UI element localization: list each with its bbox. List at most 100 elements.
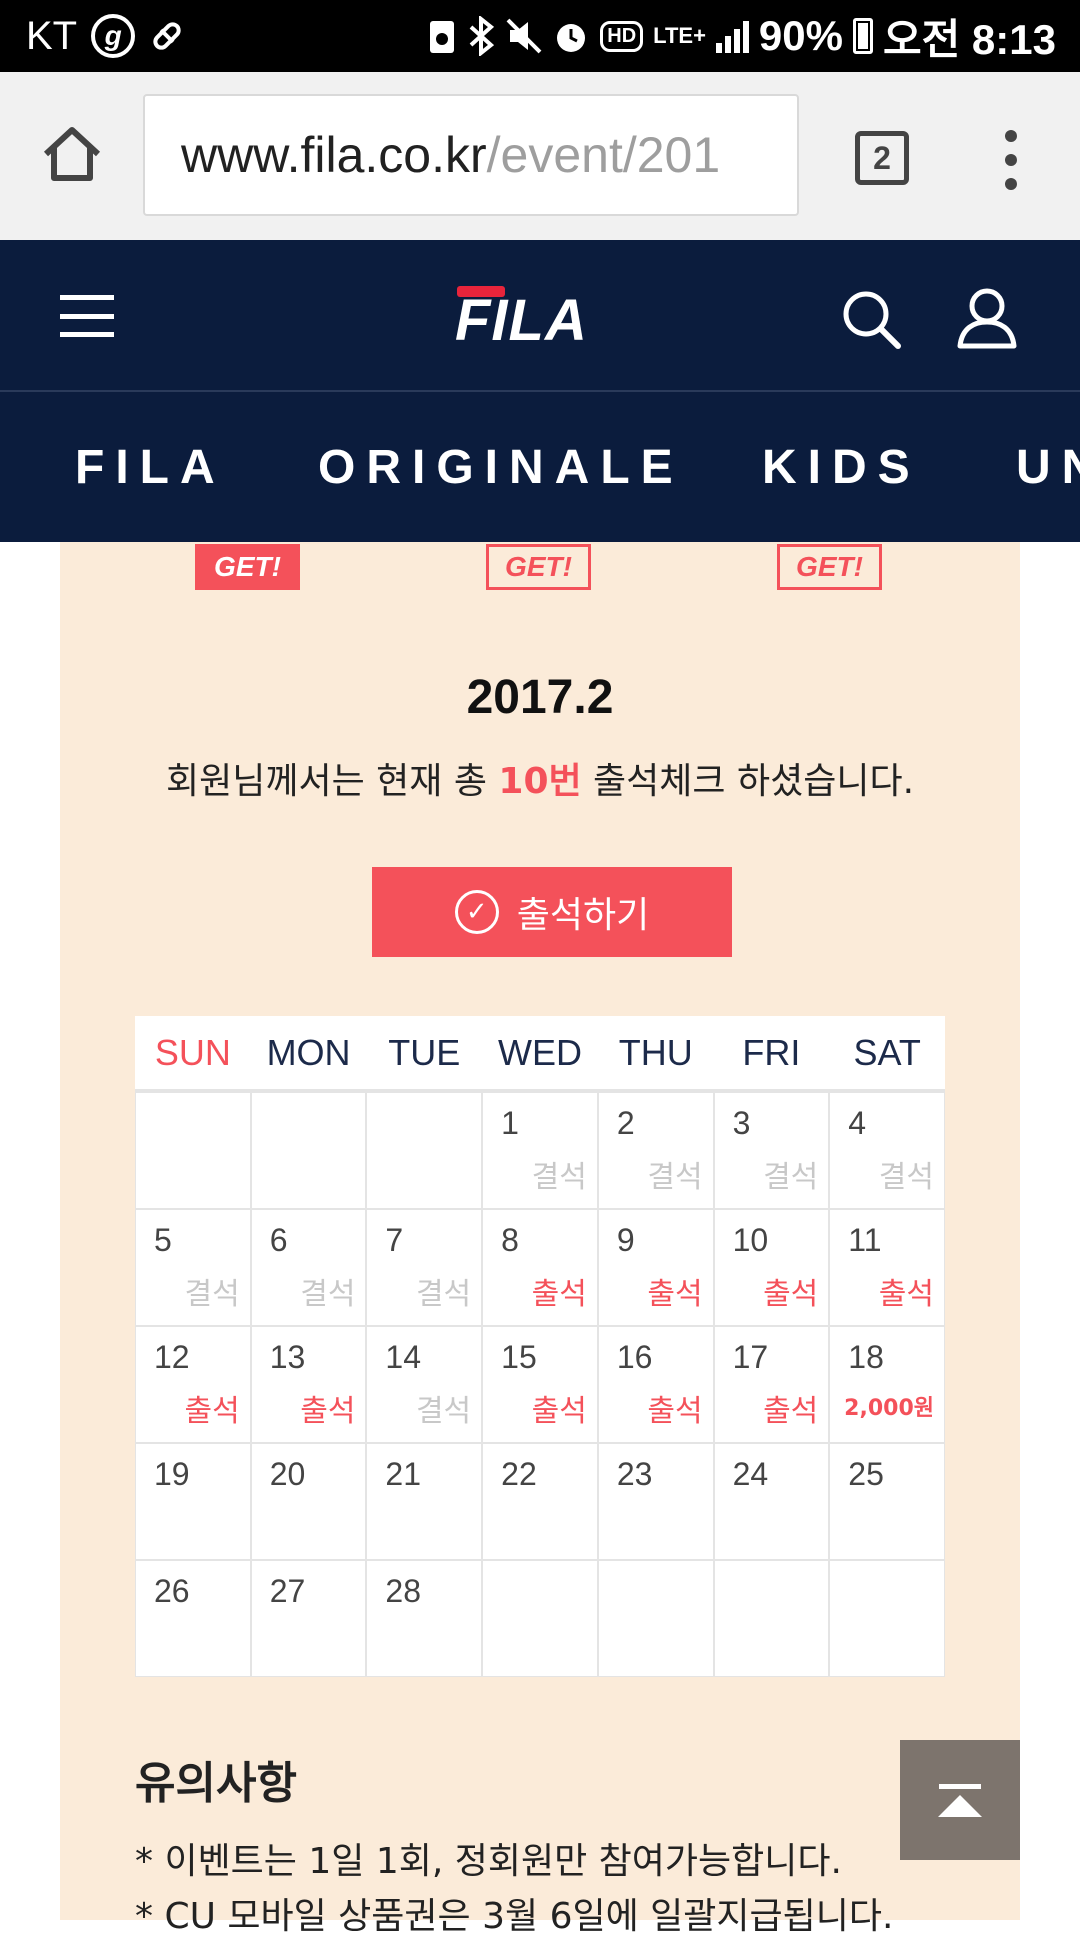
calendar-day-cell: [366, 1092, 483, 1209]
calendar-grid: 1 결석 2 결석 3 결석 4 결석 5 결석 6 결석 7 결석 8 출석 9 출석 10 출석 11 출석 12 출석 1…: [135, 1092, 945, 1677]
status-left: KT g: [26, 14, 185, 59]
lte-indicator: LTE+: [653, 23, 706, 48]
day-number: 15: [501, 1339, 537, 1375]
svg-text:FILA: FILA: [455, 288, 588, 344]
calendar-day-cell: 17 출석: [713, 1326, 830, 1443]
fila-logo[interactable]: FILA: [455, 284, 625, 353]
overflow-menu-button[interactable]: [1000, 130, 1022, 190]
attendance-status: 결석: [531, 1160, 587, 1195]
weekday-wed: WED: [497, 1031, 582, 1073]
calendar-day-cell: 28: [366, 1560, 483, 1677]
recycle-icon: [428, 17, 456, 55]
hamburger-menu-icon[interactable]: [60, 295, 114, 337]
attendance-status: 출석: [878, 1277, 934, 1312]
day-number: 19: [154, 1456, 190, 1492]
calendar-day-cell: [713, 1560, 830, 1677]
calendar-day-cell: 9 출석: [597, 1209, 714, 1326]
user-account-icon[interactable]: [954, 284, 1020, 350]
attendance-count: 10번: [498, 761, 582, 802]
bluetooth-icon: [466, 16, 496, 56]
weekday-sat: SAT: [853, 1031, 921, 1073]
tab-switcher-button[interactable]: 2: [855, 131, 909, 185]
day-number: 1: [501, 1105, 519, 1141]
scroll-to-top-button[interactable]: [900, 1740, 1020, 1860]
day-number: 17: [732, 1339, 769, 1375]
get-badge-2: GET!: [486, 544, 591, 590]
checkin-button[interactable]: ✓ 출석하기: [372, 867, 732, 957]
attendance-status: 결석: [763, 1160, 819, 1195]
calendar-day-cell: [829, 1560, 945, 1677]
calendar-day-cell: 24: [713, 1443, 830, 1560]
carrier-label: KT: [26, 13, 78, 58]
calendar-day-cell: [135, 1092, 251, 1209]
calendar-day-cell: 26: [135, 1560, 251, 1677]
day-number: 2: [616, 1105, 635, 1141]
day-number: 4: [848, 1105, 867, 1141]
day-number: 9: [616, 1222, 635, 1258]
notice-item-1: * 이벤트는 1일 1회, 정회원만 참여가능합니다.: [135, 1841, 842, 1882]
address-bar[interactable]: www.fila.co.kr/event/201: [143, 94, 799, 216]
battery-percent: 90%: [758, 12, 843, 59]
day-number: 5: [154, 1222, 172, 1258]
clock: 오전 8:13: [882, 15, 1056, 63]
pill-icon: [149, 18, 185, 54]
attendance-status: 출석: [300, 1394, 356, 1429]
battery-icon: [852, 18, 873, 54]
calendar-day-cell: 2 결석: [597, 1092, 714, 1209]
notice-item-2: * CU 모바일 상품권은 3월 6일에 일괄지급됩니다.: [135, 1896, 894, 1937]
attendance-status: 결석: [415, 1394, 472, 1429]
get-badge-1: GET!: [195, 544, 300, 590]
browser-toolbar: www.fila.co.kr/event/201 2: [0, 72, 1080, 240]
checkin-label: 출석하기: [516, 895, 650, 936]
calendar-day-cell: 8 출석: [482, 1209, 598, 1326]
calendar-day-cell: 22: [482, 1443, 598, 1560]
day-number: 24: [732, 1456, 769, 1492]
calendar-day-cell: 12 출석: [135, 1326, 251, 1443]
weekday-fri: FRI: [742, 1031, 801, 1073]
day-number: 8: [501, 1222, 519, 1258]
weekday-sun: SUN: [154, 1031, 231, 1073]
nav-item-kids[interactable]: KIDS: [762, 440, 921, 495]
calendar-day-cell: 7 결석: [366, 1209, 483, 1326]
nav-item-originale[interactable]: ORIGINALE: [318, 440, 684, 495]
nav-item-un[interactable]: UN: [1016, 440, 1080, 495]
attendance-status: 결석: [878, 1160, 934, 1195]
calendar-day-cell: [597, 1560, 714, 1677]
calendar-day-cell: 21: [366, 1443, 483, 1560]
calendar-day-cell: 19: [135, 1443, 251, 1560]
calendar-day-cell: 6 결석: [250, 1209, 367, 1326]
calendar-day-cell: [250, 1092, 367, 1209]
calendar-day-cell: 25: [829, 1443, 945, 1560]
weekday-mon: MON: [266, 1031, 351, 1073]
calendar-day-cell: 20: [250, 1443, 367, 1560]
home-button[interactable]: [40, 122, 104, 186]
calendar-day-cell: 27: [250, 1560, 367, 1677]
calendar-day-cell: 4 결석: [829, 1092, 945, 1209]
hd-badge: HD: [600, 20, 644, 52]
attendance-status: 결석: [300, 1277, 356, 1312]
notice-title: 유의사항: [135, 1758, 297, 1809]
mute-icon: [506, 18, 542, 54]
day-number: 16: [616, 1339, 653, 1375]
site-header: FILA: [0, 240, 1080, 392]
search-icon[interactable]: [840, 288, 902, 350]
nav-item-fila[interactable]: FILA: [75, 440, 226, 495]
day-number: 28: [385, 1573, 422, 1609]
calendar-day-cell: 10 출석: [713, 1209, 830, 1326]
attendance-message: 회원님께서는 현재 총 10번 출석체크 하셨습니다.: [60, 752, 1020, 804]
calendar-day-cell: 1 결석: [482, 1092, 598, 1209]
calendar-day-cell: 23: [597, 1443, 714, 1560]
calendar-weekday-header: SUN MON TUE WED THU FRI SAT: [135, 1016, 945, 1092]
check-icon: ✓: [454, 890, 499, 934]
month-title: 2017.2: [466, 671, 614, 724]
calendar-day-cell: 11 출석: [829, 1209, 945, 1326]
attendance-status: 출석: [647, 1277, 703, 1312]
url-path: /event/201: [486, 127, 721, 183]
day-number: 6: [269, 1222, 288, 1258]
category-nav: FILA ORIGINALE KIDS UN: [0, 392, 1080, 542]
day-number: 20: [269, 1456, 306, 1492]
attendance-status: 출석: [531, 1394, 587, 1429]
message-prefix: 회원님께서는 현재 총: [165, 761, 499, 802]
scroll-top-bar: [939, 1783, 981, 1789]
calendar-day-cell: [482, 1560, 598, 1677]
